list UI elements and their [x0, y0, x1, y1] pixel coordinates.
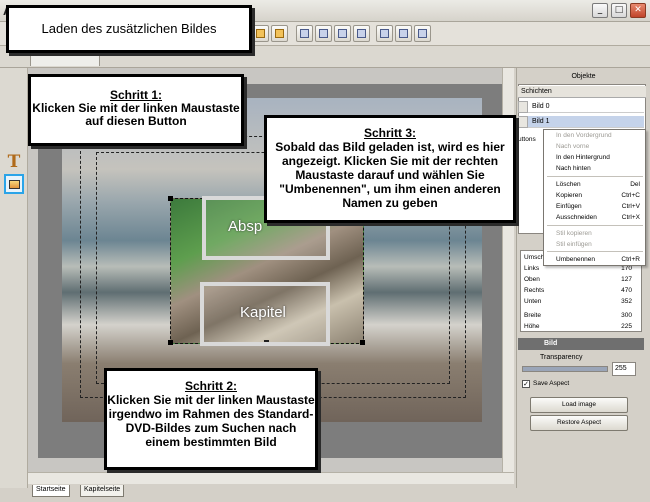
toolbar-layer-icon[interactable] [252, 25, 269, 42]
pos-hoehe: Höhe 225 [524, 323, 632, 330]
step3-title: Schritt 3: [363, 126, 416, 140]
minimize-button[interactable]: _ [592, 3, 608, 18]
pos-links: Links 170 [524, 265, 632, 272]
step2-callout: Schritt 2: Klicken Sie mit der linken Ma… [104, 368, 318, 470]
menu-item[interactable]: Löschen Del [556, 181, 640, 191]
bild-section-header[interactable]: Bild [518, 338, 644, 350]
distribute-vertical-icon[interactable] [395, 25, 412, 42]
maximize-button[interactable]: □ [611, 3, 627, 18]
step1-callout: Schritt 1: Klicken Sie mit der linken Ma… [28, 74, 244, 146]
layer-bild-1[interactable]: Bild 1 [528, 116, 644, 128]
horizontal-scrollbar[interactable] [28, 472, 514, 484]
tab-kapitelseite[interactable]: Kapitelseite [80, 485, 125, 497]
menu-item[interactable]: Kopieren Ctrl+C [556, 192, 640, 202]
layer-label: Bild 0 [532, 103, 550, 110]
same-size-icon[interactable] [414, 25, 431, 42]
menu-item[interactable]: Einfügen Ctrl+V [556, 203, 640, 213]
transparency-label: Transparency [540, 354, 583, 361]
menu-separator [547, 251, 643, 252]
sub-tab[interactable] [30, 51, 100, 66]
layer-toggle[interactable] [518, 101, 528, 113]
transparency-value[interactable]: 255 [612, 362, 636, 376]
menu-item[interactable]: Nach vorne [556, 143, 640, 153]
step3-callout: Schritt 3: Sobald das Bild geladen ist, … [264, 115, 516, 223]
menu-item[interactable]: Ausschneiden Ctrl+X [556, 214, 640, 224]
transparency-slider[interactable] [522, 366, 608, 372]
chapter-button-label: Kapitel [240, 304, 286, 321]
tutorial-header: Laden des zusätzlichen Bildes [6, 5, 252, 53]
align-center-icon[interactable] [315, 25, 332, 42]
pos-unten: Unten 352 [524, 298, 632, 305]
restore-aspect-button[interactable]: Restore Aspect [530, 415, 628, 431]
text-tool-icon[interactable]: T [4, 152, 24, 172]
step2-title: Schritt 2: [184, 379, 237, 393]
menu-separator [547, 225, 643, 226]
tab-startseite[interactable]: Startseite [32, 485, 70, 497]
panel-title: Objekte [571, 73, 596, 80]
save-aspect-label: Save Aspect [533, 380, 570, 387]
menu-item[interactable]: Stil kopieren [556, 230, 640, 240]
layer-toggle[interactable] [518, 116, 528, 128]
align-top-icon[interactable] [353, 25, 370, 42]
image-tool-button[interactable] [4, 174, 24, 194]
play-button-label: Absp [228, 218, 263, 235]
step1-text: Klicken Sie mit der linken Maustaste auf… [32, 101, 240, 128]
menu-item[interactable]: Umbenennen Ctrl+R [556, 256, 640, 266]
distribute-horizontal-icon[interactable] [376, 25, 393, 42]
load-image-button[interactable]: Load image [530, 397, 628, 413]
align-right-icon[interactable] [334, 25, 351, 42]
buttons-group-label[interactable]: uttons [518, 136, 536, 143]
menu-separator [547, 176, 643, 177]
toolbar-arrange-icon[interactable] [271, 25, 288, 42]
menu-item[interactable]: Stil einfügen [556, 241, 640, 251]
layers-header[interactable]: Schichten [518, 86, 646, 98]
resize-handle[interactable] [168, 196, 173, 201]
menu-item[interactable]: Nach hinten [556, 165, 640, 175]
step2-text: Klicken Sie mit der linken Maustaste irg… [107, 393, 315, 449]
resize-handle[interactable] [360, 340, 365, 345]
close-button[interactable]: ✕ [630, 3, 646, 18]
tool-palette [0, 68, 28, 488]
layer-label: Bild 1 [532, 118, 550, 125]
image-icon [9, 180, 20, 189]
align-left-icon[interactable] [296, 25, 313, 42]
pos-breite: Breite 300 [524, 312, 632, 319]
step3-text: Sobald das Bild geladen ist, wird es hie… [275, 140, 505, 210]
save-aspect-checkbox[interactable]: ✓ [522, 380, 530, 388]
menu-item[interactable]: In den Vordergrund [556, 132, 640, 142]
layer-bild-0[interactable]: Bild 0 [528, 101, 644, 113]
resize-handle[interactable] [168, 340, 173, 345]
page-tabs: Startseite Kapitelseite [28, 484, 514, 498]
menu-item[interactable]: In den Hintergrund [556, 154, 640, 164]
pos-rechts: Rechts 470 [524, 287, 632, 294]
pos-oben: Oben 127 [524, 276, 632, 283]
